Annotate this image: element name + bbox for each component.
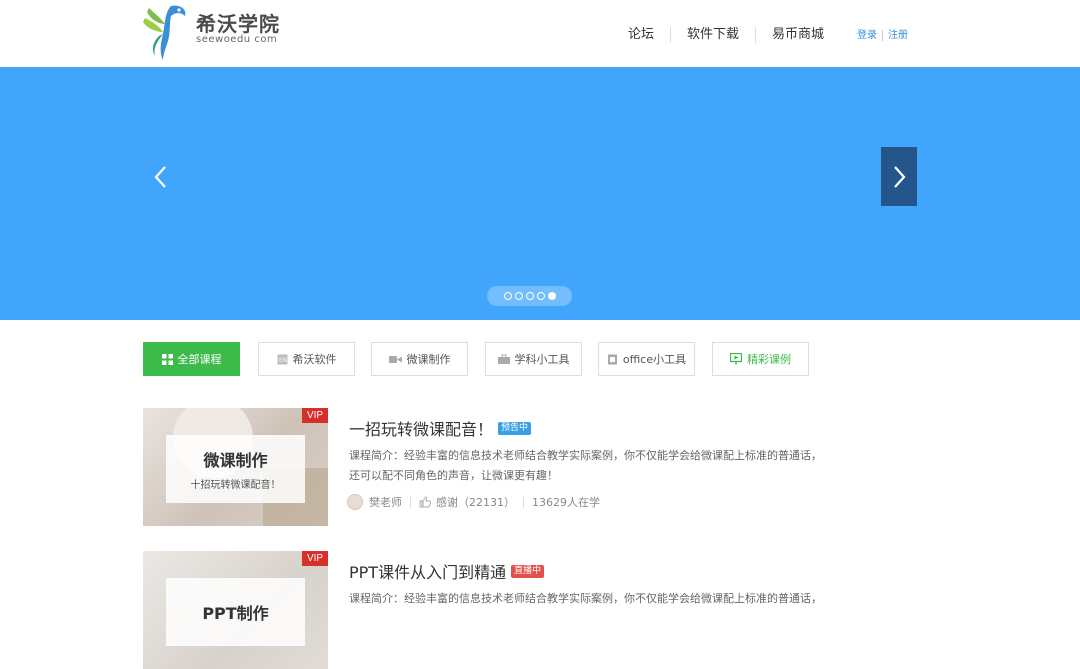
thumbnail-subtitle: 十招玩转微课配音！ — [190, 480, 281, 491]
tab-label: 微课制作 — [406, 353, 451, 366]
main-nav: 论坛 软件下载 易币商城 — [612, 27, 840, 43]
carousel-dot-2[interactable] — [514, 292, 523, 300]
course-title[interactable]: PPT课件从入门到精通 直播中 — [349, 559, 545, 583]
tab-featured-lessons[interactable]: 精彩课例 — [712, 342, 809, 376]
banner-carousel[interactable] — [0, 67, 1080, 320]
carousel-dot-4[interactable] — [536, 292, 545, 300]
nav-software-download[interactable]: 软件下载 — [670, 27, 755, 43]
login-link[interactable]: 登录 — [852, 29, 882, 42]
chevron-right-icon — [894, 165, 906, 188]
nav-coin-store[interactable]: 易币商城 — [755, 27, 840, 43]
tab-label: 希沃软件 — [292, 353, 337, 366]
nav-forum[interactable]: 论坛 — [612, 27, 670, 43]
tab-label: 精彩课例 — [747, 353, 791, 366]
tab-label: office小工具 — [622, 353, 687, 366]
carousel-next-button[interactable] — [881, 147, 917, 206]
learner-count: 13629人在学 — [532, 496, 600, 509]
carousel-prev-button[interactable] — [146, 157, 176, 197]
tab-office-tools[interactable]: office小工具 — [598, 342, 695, 376]
hummingbird-logo-icon — [143, 5, 186, 60]
thumbnail-title: PPT制作 — [202, 604, 269, 623]
course-item[interactable]: PPT制作 VIP PPT课件从入门到精通 直播中 课程简介：经验丰富的信息技术… — [143, 551, 823, 669]
course-thumbnail[interactable]: 微课制作 十招玩转微课配音！ VIP — [143, 408, 328, 526]
easinote-icon: EN — [277, 354, 287, 364]
carousel-dot-1[interactable] — [503, 292, 512, 300]
course-meta: 樊老师 感谢（22131） 13629人在学 — [347, 494, 600, 510]
toolbox-icon — [497, 354, 510, 364]
thumbnail-caption: PPT制作 — [166, 578, 305, 646]
logo-subtitle: seewoedu com — [196, 34, 278, 45]
thumbnail-title: 微课制作 — [203, 451, 268, 470]
status-badge: 直播中 — [511, 564, 545, 578]
status-badge: 预告中 — [498, 421, 532, 435]
vip-badge: VIP — [302, 551, 328, 566]
course-category-tabs: 全部课程 EN 希沃软件 微课制作 学科小工具 office小工具 精彩课例 — [143, 342, 823, 376]
course-title-text: 一招玩转微课配音！ — [349, 420, 494, 439]
course-thumbnail[interactable]: PPT制作 VIP — [143, 551, 328, 669]
tab-seewo-software[interactable]: EN 希沃软件 — [258, 342, 355, 376]
office-icon — [607, 354, 617, 364]
register-link[interactable]: 注册 — [883, 29, 913, 42]
thumbnail-caption: 微课制作 十招玩转微课配音！ — [166, 435, 305, 503]
logo-title: 希沃学院 — [196, 12, 280, 36]
course-description: 课程简介：经验丰富的信息技术老师结合教学实际案例，你不仅能学会给微课配上标准的普… — [349, 449, 822, 482]
chevron-left-icon — [154, 166, 166, 188]
svg-text:EN: EN — [279, 357, 287, 364]
thanks-count[interactable]: 感谢（22131） — [436, 494, 515, 510]
site-header: 希沃学院 seewoedu com 论坛 软件下载 易币商城 登录 注册 — [0, 0, 1080, 67]
site-logo[interactable]: 希沃学院 seewoedu com — [141, 2, 281, 60]
course-title-text: PPT课件从入门到精通 — [349, 563, 507, 582]
course-item[interactable]: 微课制作 十招玩转微课配音！ VIP 一招玩转微课配音！ 预告中 课程简介：经验… — [143, 408, 823, 526]
carousel-dot-5[interactable] — [547, 292, 556, 300]
tab-micro-course[interactable]: 微课制作 — [371, 342, 468, 376]
presentation-icon — [730, 353, 742, 365]
course-title[interactable]: 一招玩转微课配音！ 预告中 — [349, 416, 532, 440]
carousel-indicators — [487, 286, 572, 306]
teacher-name[interactable]: 樊老师 — [369, 494, 402, 510]
grid-icon — [161, 353, 173, 365]
course-description: 课程简介：经验丰富的信息技术老师结合教学实际案例，你不仅能学会给微课配上标准的普… — [349, 592, 822, 605]
tab-label: 全部课程 — [177, 353, 222, 366]
tab-all-courses[interactable]: 全部课程 — [143, 342, 240, 376]
carousel-dot-3[interactable] — [525, 292, 534, 300]
teacher-avatar — [347, 494, 363, 510]
auth-links: 登录 注册 — [852, 29, 913, 42]
thumbs-up-icon[interactable] — [419, 496, 431, 508]
vip-badge: VIP — [302, 408, 328, 423]
video-camera-icon — [388, 355, 402, 363]
tab-subject-tools[interactable]: 学科小工具 — [485, 342, 582, 376]
tab-label: 学科小工具 — [514, 353, 570, 366]
